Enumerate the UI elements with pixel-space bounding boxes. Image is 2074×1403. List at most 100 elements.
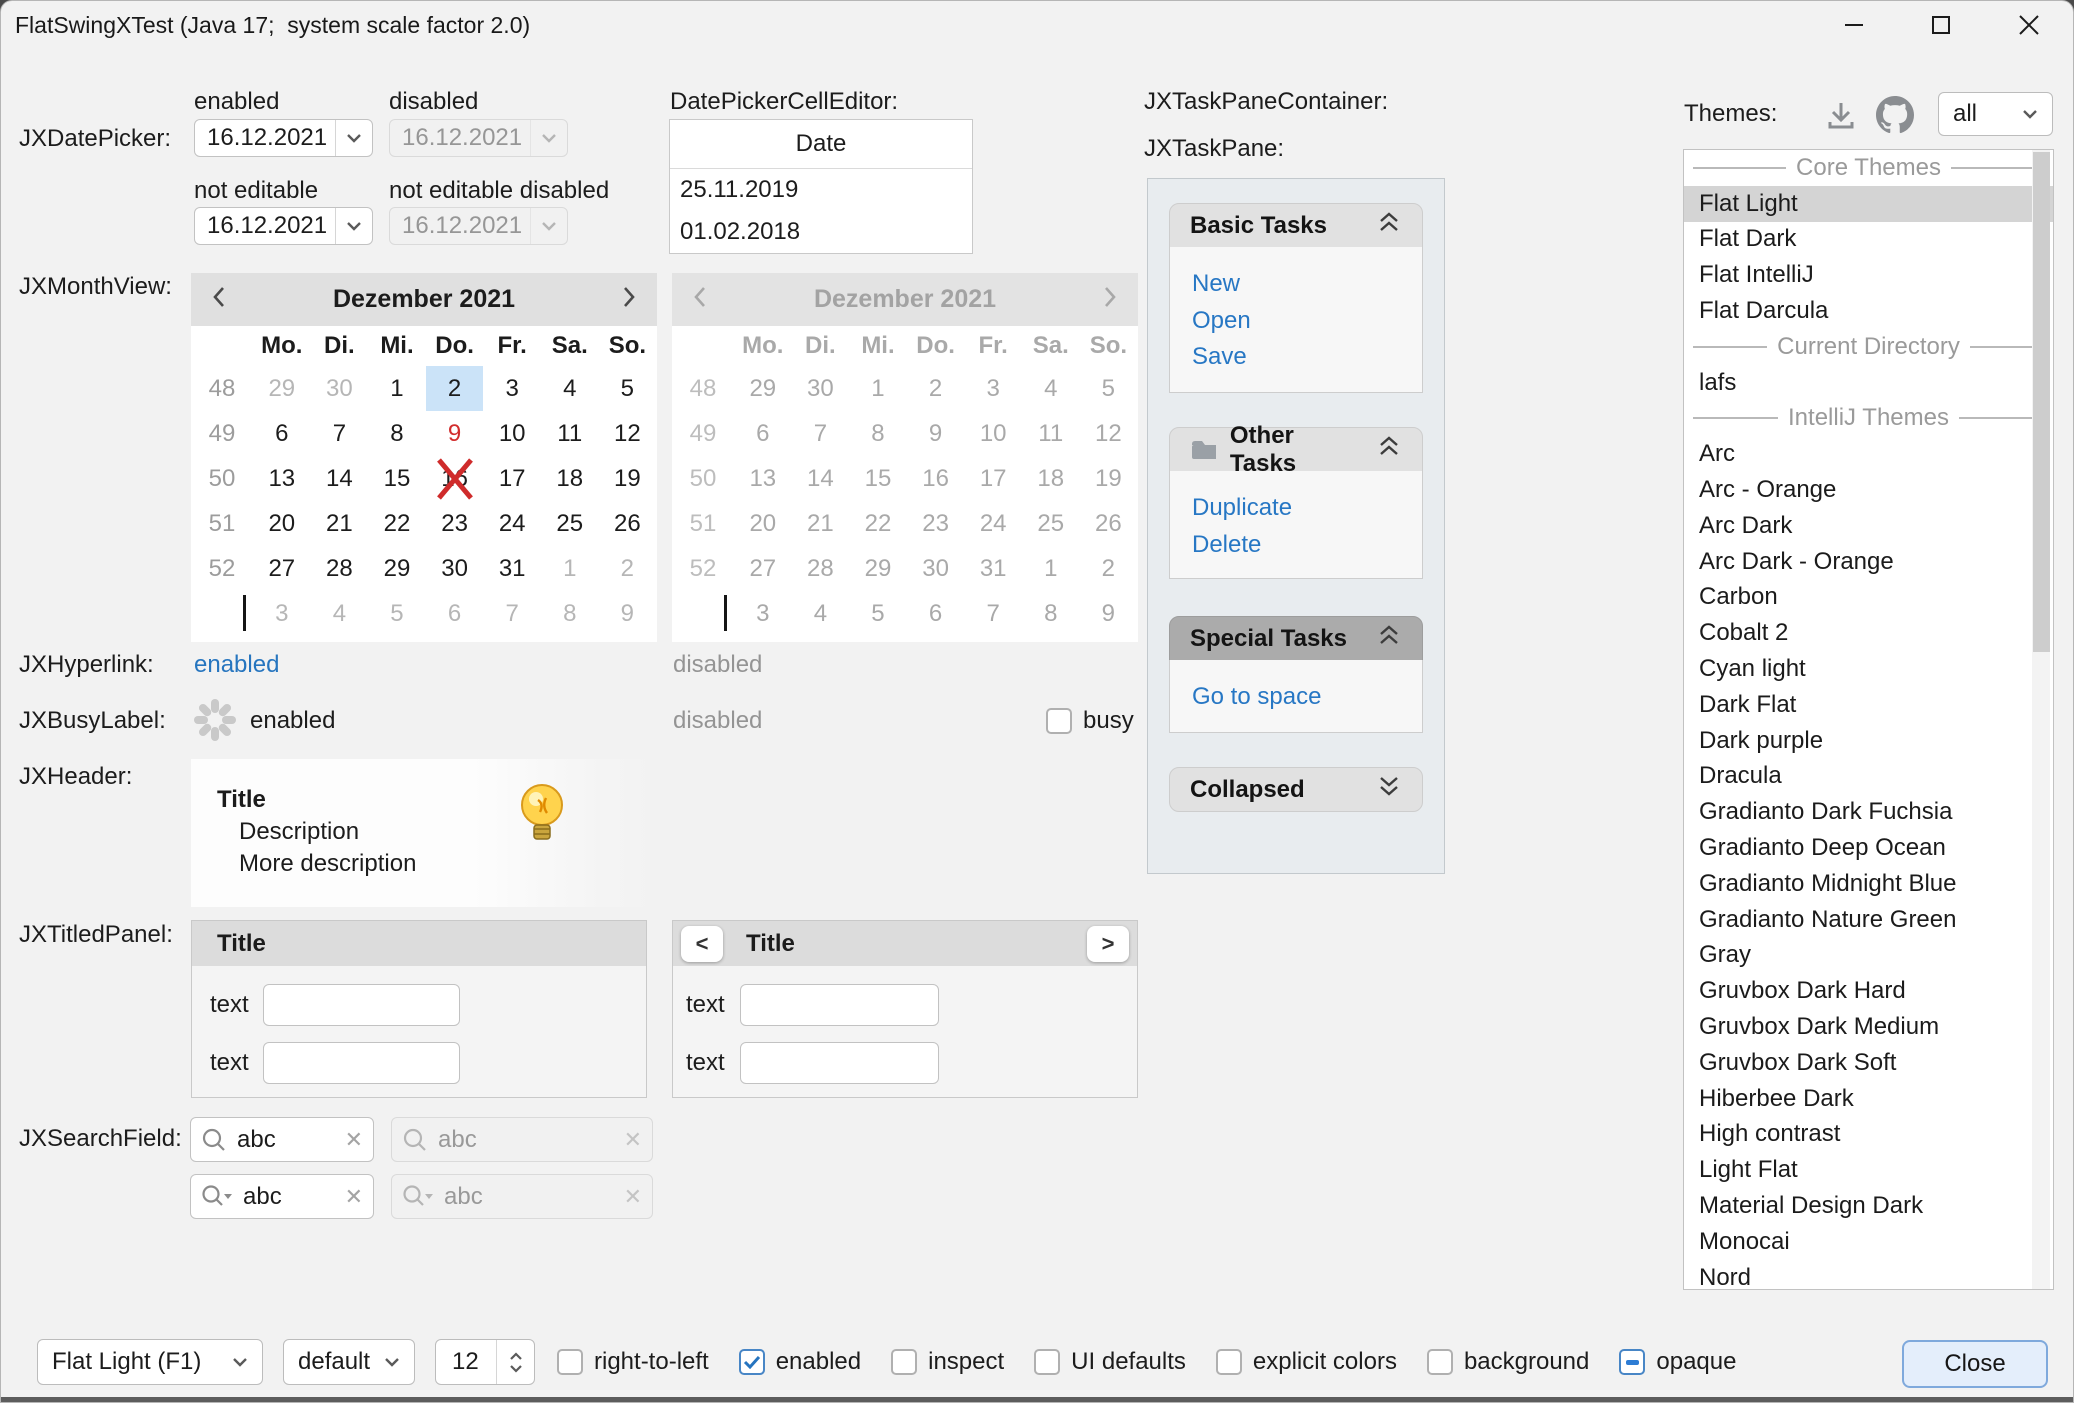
day-cell[interactable]: 26 (599, 501, 657, 546)
theme-list-item[interactable]: Dark purple (1684, 723, 2053, 759)
day-cell[interactable]: 16 (426, 456, 484, 501)
taskpane-link[interactable]: Duplicate (1170, 490, 1422, 527)
day-cell[interactable]: 5 (368, 591, 426, 636)
checkbox[interactable] (1427, 1349, 1453, 1375)
day-cell[interactable]: 29 (253, 366, 311, 411)
date-table[interactable]: Date 25.11.2019 01.02.2018 (669, 119, 973, 254)
taskpane-collapse-button[interactable] (1376, 211, 1402, 240)
checkbox-item-opaque[interactable]: opaque (1619, 1348, 1736, 1376)
day-cell[interactable]: 4 (541, 366, 599, 411)
clear-icon[interactable]: ✕ (345, 1184, 363, 1210)
taskpane-collapse-button[interactable] (1376, 435, 1402, 464)
github-icon[interactable] (1876, 96, 1914, 134)
theme-list-item[interactable]: Flat Darcula (1684, 293, 2053, 329)
title-bar[interactable]: FlatSwingXTest (Java 17; system scale fa… (1, 1, 2073, 49)
theme-list-item[interactable]: High contrast (1684, 1117, 2053, 1153)
theme-list-item[interactable]: Arc (1684, 436, 2053, 472)
theme-list-item[interactable]: Carbon (1684, 580, 2053, 616)
checkbox-item-inspect[interactable]: inspect (891, 1348, 1004, 1376)
theme-list-item[interactable]: Material Design Dark (1684, 1188, 2053, 1224)
busy-checkbox[interactable] (1046, 708, 1072, 734)
monthview-enabled[interactable]: Dezember 2021Mo.Di.Mi.Do.Fr.Sa.So.482930… (191, 273, 657, 642)
theme-list-item[interactable]: Nord (1684, 1260, 2053, 1290)
close-window-button[interactable] (1996, 1, 2062, 49)
search-input[interactable]: abc (243, 1183, 335, 1211)
font-size-spinner[interactable]: 12 (435, 1339, 535, 1385)
scrollbar[interactable] (2032, 150, 2050, 1289)
theme-list-item[interactable]: Flat Light (1684, 186, 2053, 222)
download-icon[interactable] (1823, 97, 1859, 133)
themes-list[interactable]: Core ThemesFlat LightFlat DarkFlat Intel… (1683, 149, 2054, 1290)
day-cell[interactable]: 31 (483, 546, 541, 591)
theme-list-item[interactable]: Cobalt 2 (1684, 615, 2053, 651)
checkbox[interactable] (891, 1349, 917, 1375)
theme-list-item[interactable]: Arc Dark (1684, 508, 2053, 544)
theme-list-item[interactable]: Light Flat (1684, 1152, 2053, 1188)
text-input[interactable] (263, 1042, 460, 1084)
day-cell[interactable]: 8 (368, 411, 426, 456)
theme-list-item[interactable]: Gradianto Dark Fuchsia (1684, 794, 2053, 830)
taskpane-header[interactable]: Basic Tasks (1169, 203, 1423, 248)
theme-list-item[interactable]: Gray (1684, 938, 2053, 974)
day-cell[interactable]: 23 (426, 501, 484, 546)
spinner-buttons[interactable] (496, 1340, 534, 1384)
style-combo[interactable]: default (283, 1339, 415, 1385)
day-cell[interactable]: 14 (311, 456, 369, 501)
day-cell[interactable]: 12 (599, 411, 657, 456)
day-cell[interactable]: 19 (599, 456, 657, 501)
day-cell[interactable]: 30 (311, 366, 369, 411)
day-cell[interactable]: 17 (483, 456, 541, 501)
laf-combo[interactable]: Flat Light (F1) (37, 1339, 263, 1385)
day-cell[interactable]: 4 (311, 591, 369, 636)
datepicker-dropdown-button[interactable] (335, 208, 372, 244)
day-cell[interactable]: 25 (541, 501, 599, 546)
datepicker-dropdown-button[interactable] (335, 120, 372, 156)
day-cell[interactable]: 3 (253, 591, 311, 636)
day-cell[interactable]: 27 (253, 546, 311, 591)
checkbox-item-enabled[interactable]: enabled (739, 1348, 861, 1376)
checkbox-item-ui-defaults[interactable]: UI defaults (1034, 1348, 1186, 1376)
datepicker-not-editable[interactable]: 16.12.2021 (194, 207, 373, 245)
theme-list-item[interactable]: Gradianto Nature Green (1684, 902, 2053, 938)
day-cell[interactable]: 7 (311, 411, 369, 456)
day-cell[interactable]: 29 (368, 546, 426, 591)
theme-list-item[interactable]: Flat IntelliJ (1684, 257, 2053, 293)
theme-list-item[interactable]: Gruvbox Dark Soft (1684, 1045, 2053, 1081)
text-input[interactable] (740, 984, 939, 1026)
text-input[interactable] (263, 984, 460, 1026)
datepicker-value[interactable]: 16.12.2021 (195, 120, 335, 156)
maximize-button[interactable] (1908, 1, 1974, 49)
day-cell[interactable]: 3 (483, 366, 541, 411)
theme-list-item[interactable]: Dark Flat (1684, 687, 2053, 723)
day-cell[interactable]: 28 (311, 546, 369, 591)
theme-list-item[interactable]: Monocai (1684, 1224, 2053, 1260)
taskpane-collapse-button[interactable] (1376, 775, 1402, 804)
day-cell[interactable]: 15 (368, 456, 426, 501)
day-cell[interactable]: 24 (483, 501, 541, 546)
hyperlink-enabled[interactable]: enabled (194, 651, 279, 679)
checkbox[interactable] (557, 1349, 583, 1375)
day-cell[interactable]: 5 (599, 366, 657, 411)
text-input[interactable] (740, 1042, 939, 1084)
titled-panel-left-button[interactable]: < (681, 926, 723, 962)
next-month-button[interactable] (621, 285, 637, 314)
day-cell[interactable]: 9 (599, 591, 657, 636)
theme-list-item[interactable]: Arc Dark - Orange (1684, 544, 2053, 580)
day-cell[interactable]: 13 (253, 456, 311, 501)
checkbox[interactable] (1216, 1349, 1242, 1375)
busy-checkbox-item[interactable]: busy (1046, 707, 1134, 735)
date-column-header[interactable]: Date (670, 120, 972, 169)
taskpane-collapse-button[interactable] (1376, 624, 1402, 653)
prev-month-button[interactable] (211, 285, 227, 314)
day-cell[interactable]: 22 (368, 501, 426, 546)
datepicker-enabled[interactable]: 16.12.2021 (194, 119, 373, 157)
day-cell[interactable]: 11 (541, 411, 599, 456)
theme-list-item[interactable]: Dracula (1684, 759, 2053, 795)
day-cell[interactable]: 9 (426, 411, 484, 456)
checkbox[interactable] (1034, 1349, 1060, 1375)
theme-list-item[interactable]: Arc - Orange (1684, 472, 2053, 508)
taskpane-link[interactable]: Delete (1170, 527, 1422, 564)
checkbox-item-right-to-left[interactable]: right-to-left (557, 1348, 709, 1376)
search-field[interactable]: abc ✕ (190, 1117, 374, 1162)
theme-list-item[interactable]: lafs (1684, 365, 2053, 401)
